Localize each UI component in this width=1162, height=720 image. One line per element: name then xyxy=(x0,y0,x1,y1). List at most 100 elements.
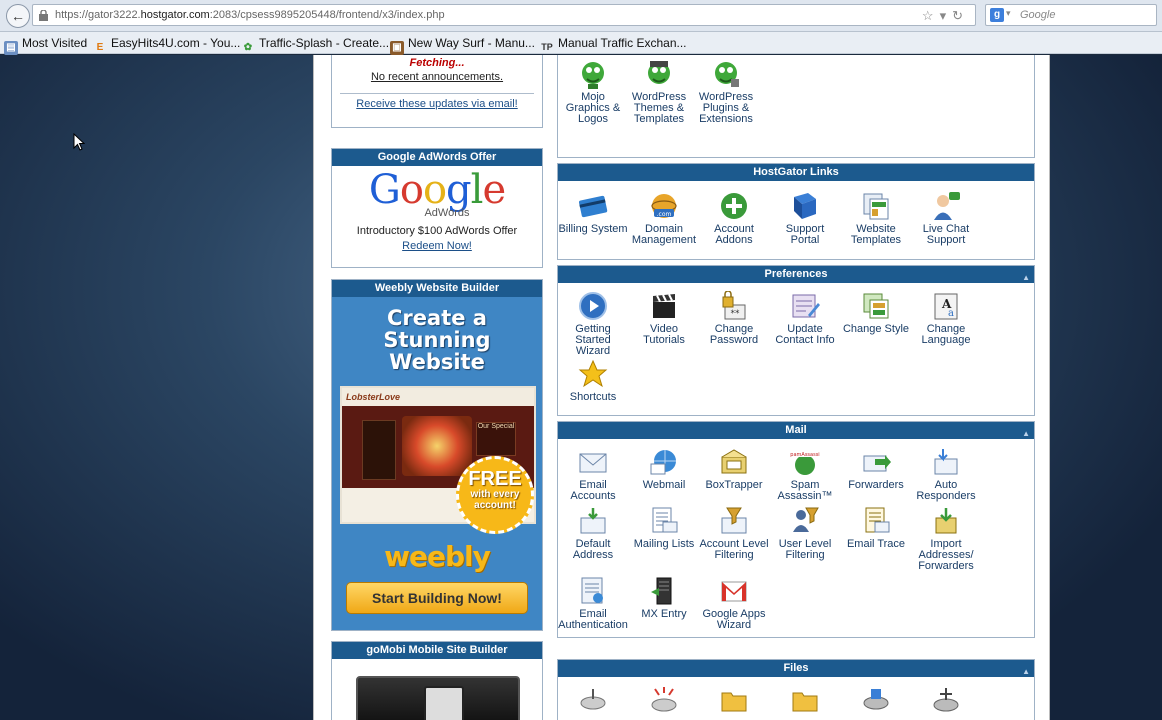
weebly-headline: Create a Stunning Website xyxy=(383,306,491,374)
support-portal-link[interactable]: Support Portal xyxy=(770,191,840,246)
files-item-6[interactable] xyxy=(911,685,981,718)
import-addresses-link[interactable]: Import Addresses/ Forwarders xyxy=(911,506,981,572)
live-chat-icon xyxy=(934,192,960,220)
google-apps-wizard-link[interactable]: Google Apps Wizard xyxy=(699,576,769,631)
email-auth-icon xyxy=(581,577,603,604)
newway-icon: ▣ xyxy=(390,41,404,55)
change-language-link[interactable]: Aa Change Language xyxy=(911,291,981,346)
search-input[interactable]: g ▾ Google xyxy=(985,4,1157,26)
change-password-link[interactable]: ** Change Password xyxy=(699,291,769,346)
email-trace-icon xyxy=(865,507,890,533)
hostgator-links-section: HostGator Links Billing System .com Doma… xyxy=(557,163,1035,260)
mouse-cursor-icon xyxy=(73,133,85,151)
file-manager-folder-icon xyxy=(721,692,747,712)
adwords-title: Google AdWords Offer xyxy=(332,149,542,166)
bookmark-icon: ▤ xyxy=(4,41,18,55)
url-path: :2083/cpsess9895205448/frontend/x3/index… xyxy=(209,9,445,21)
lock-icon xyxy=(39,10,48,21)
bookmark-easyhits[interactable]: E EasyHits4U.com - You... xyxy=(93,36,241,55)
email-authentication-link[interactable]: Email Authentication xyxy=(558,576,628,631)
wordpress-themes-icon xyxy=(648,61,670,84)
back-button[interactable]: ← xyxy=(6,4,30,28)
getting-started-wizard-link[interactable]: Getting Started Wizard xyxy=(558,291,628,357)
mojo-graphics-icon xyxy=(582,62,604,89)
bookmark-star-icon[interactable]: ☆ xyxy=(922,8,940,23)
gomobi-title: goMobi Mobile Site Builder xyxy=(332,642,542,659)
mail-section: Mail ▲ Email Accounts Webmail BoxTrapper … xyxy=(557,421,1035,638)
boxtrapper-link[interactable]: BoxTrapper xyxy=(699,447,769,491)
default-address-link[interactable]: Default Address xyxy=(558,506,628,561)
account-addons-link[interactable]: Account Addons xyxy=(699,191,769,246)
email-accounts-link[interactable]: Email Accounts xyxy=(558,447,628,502)
shortcuts-link[interactable]: Shortcuts xyxy=(558,359,628,403)
auto-responders-link[interactable]: Auto Responders xyxy=(911,447,981,502)
dropdown-icon[interactable]: ▾ xyxy=(940,8,953,23)
disk-usage-icon xyxy=(863,689,889,710)
account-level-filtering-link[interactable]: Account Level Filtering xyxy=(699,506,769,561)
weebly-title: Weebly Website Builder xyxy=(332,280,542,297)
news-email-link[interactable]: Receive these updates via email! xyxy=(332,98,542,110)
files-title[interactable]: Files ▲ xyxy=(558,660,1034,677)
mx-entry-icon xyxy=(651,577,672,605)
collapse-icon[interactable]: ▲ xyxy=(1022,425,1030,442)
mx-entry-link[interactable]: MX Entry xyxy=(629,576,699,620)
files-item-3[interactable] xyxy=(699,685,769,718)
clapper-icon xyxy=(653,293,675,318)
files-item-1[interactable] xyxy=(558,685,628,718)
tp-icon: TP xyxy=(541,42,553,52)
video-tutorials-link[interactable]: Video Tutorials xyxy=(629,291,699,346)
divider xyxy=(340,93,534,94)
templates-icon xyxy=(863,193,889,220)
search-placeholder: Google xyxy=(1020,9,1056,21)
forwarders-link[interactable]: Forwarders xyxy=(841,447,911,491)
start-building-button[interactable]: Start Building Now! xyxy=(346,582,528,614)
bookmarks-bar: ▤ Most Visited E EasyHits4U.com - You... ✿… xyxy=(0,32,1162,55)
mojo-graphics-link[interactable]: Mojo Graphics & Logos xyxy=(558,59,628,125)
search-engine-dropdown-icon[interactable]: ▾ xyxy=(1006,8,1011,19)
website-templates-link[interactable]: Website Templates xyxy=(841,191,911,246)
update-contact-info-link[interactable]: Update Contact Info xyxy=(770,291,840,346)
hostgator-links-title[interactable]: HostGator Links xyxy=(558,164,1034,181)
files-section: Files ▲ xyxy=(557,659,1035,720)
language-icon: Aa xyxy=(934,293,958,320)
collapse-icon[interactable]: ▲ xyxy=(1022,663,1030,680)
redeem-now-link[interactable]: Redeem Now! xyxy=(332,240,542,252)
style-icon xyxy=(863,293,889,319)
collapse-icon[interactable]: ▲ xyxy=(1022,269,1030,286)
bookmark-traffic-splash[interactable]: ✿ Traffic-Splash - Create... xyxy=(241,36,389,55)
files-item-4[interactable] xyxy=(770,685,840,718)
adwords-offer-text: Introductory $100 AdWords Offer xyxy=(356,225,518,237)
mail-title[interactable]: Mail ▲ xyxy=(558,422,1034,439)
add-plus-icon xyxy=(721,193,747,219)
url-field[interactable]: https://gator3222.hostgator.com:2083/cps… xyxy=(32,4,976,26)
news-fetching: Fetching... xyxy=(409,57,465,69)
contact-icon xyxy=(792,294,820,318)
preferences-title[interactable]: Preferences ▲ xyxy=(558,266,1034,283)
mailing-list-icon xyxy=(652,507,678,533)
user-filter-icon xyxy=(793,507,819,532)
wordpress-themes-link[interactable]: WordPress Themes & Templates xyxy=(624,59,694,125)
files-item-2[interactable] xyxy=(629,685,699,718)
billing-system-link[interactable]: Billing System xyxy=(558,191,628,235)
domain-management-link[interactable]: .com Domain Management xyxy=(629,191,699,246)
spam-assassin-link[interactable]: SpamAssassin Spam Assassin™ xyxy=(770,447,840,502)
user-level-filtering-link[interactable]: User Level Filtering xyxy=(770,506,840,561)
live-chat-support-link[interactable]: Live Chat Support xyxy=(911,191,981,246)
wordpress-plugins-link[interactable]: WordPress Plugins & Extensions xyxy=(691,59,761,125)
google-search-icon[interactable]: g xyxy=(990,8,1004,22)
reload-icon[interactable]: ↻ xyxy=(952,8,969,23)
webmail-link[interactable]: Webmail xyxy=(629,447,699,491)
bookmark-most-visited[interactable]: ▤ Most Visited xyxy=(4,36,87,55)
preferences-section: Preferences ▲ Getting Started Wizard Vide… xyxy=(557,265,1035,416)
gomobi-box: goMobi Mobile Site Builder xyxy=(331,641,543,720)
mailing-lists-link[interactable]: Mailing Lists xyxy=(629,506,699,550)
svg-text:.com: .com xyxy=(657,211,672,218)
weebly-ad[interactable]: Weebly Website Builder Create a Stunning… xyxy=(331,279,543,631)
files-item-5[interactable] xyxy=(841,685,911,718)
url-prefix: https://gator3222. xyxy=(55,9,141,21)
svg-text:**: ** xyxy=(731,309,741,319)
bookmark-new-way-surf[interactable]: ▣ New Way Surf - Manu... xyxy=(390,36,535,55)
bookmark-manual-traffic[interactable]: TP Manual Traffic Exchan... xyxy=(540,36,686,54)
change-style-link[interactable]: Change Style xyxy=(841,291,911,335)
email-trace-link[interactable]: Email Trace xyxy=(841,506,911,550)
